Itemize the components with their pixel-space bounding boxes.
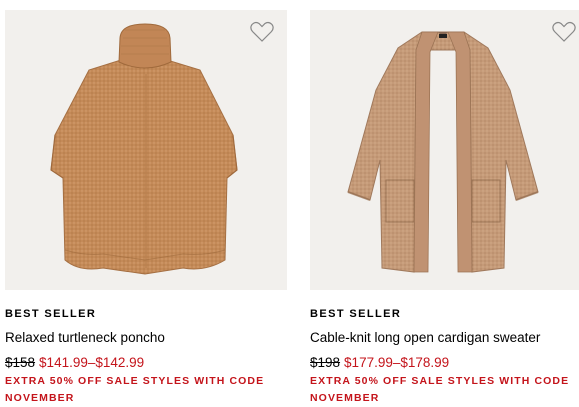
best-seller-badge: BEST SELLER xyxy=(5,308,97,320)
product-image-container[interactable] xyxy=(5,10,287,290)
original-price: $198 xyxy=(310,355,341,370)
sale-price: $177.99–$178.99 xyxy=(344,355,450,370)
heart-outline-icon[interactable] xyxy=(551,20,577,44)
product-card-cardigan[interactable]: BEST SELLER Cable-knit long open cardiga… xyxy=(310,10,579,407)
original-price: $158 xyxy=(5,355,36,370)
product-image-container[interactable] xyxy=(310,10,579,290)
promo-line-2: NOVEMBER xyxy=(310,392,380,404)
best-seller-badge: BEST SELLER xyxy=(310,308,402,320)
promo-message: EXTRA 50% OFF SALE STYLES WITH CODE NOVE… xyxy=(5,373,275,407)
cardigan-image[interactable] xyxy=(310,10,579,290)
promo-message: EXTRA 50% OFF SALE STYLES WITH CODE NOVE… xyxy=(310,373,579,407)
price-row: $158 $141.99–$142.99 xyxy=(5,354,287,371)
promo-line-2: NOVEMBER xyxy=(5,392,75,404)
product-name[interactable]: Cable-knit long open cardigan sweater xyxy=(310,329,579,347)
sale-price: $141.99–$142.99 xyxy=(39,355,145,370)
heart-outline-icon[interactable] xyxy=(249,20,275,44)
poncho-image[interactable] xyxy=(5,10,287,290)
price-row: $198 $177.99–$178.99 xyxy=(310,354,579,371)
product-card-poncho[interactable]: BEST SELLER Relaxed turtleneck poncho $1… xyxy=(5,10,287,407)
product-name[interactable]: Relaxed turtleneck poncho xyxy=(5,329,287,347)
promo-line-1: EXTRA 50% OFF SALE STYLES WITH CODE xyxy=(310,375,570,387)
promo-line-1: EXTRA 50% OFF SALE STYLES WITH CODE xyxy=(5,375,265,387)
